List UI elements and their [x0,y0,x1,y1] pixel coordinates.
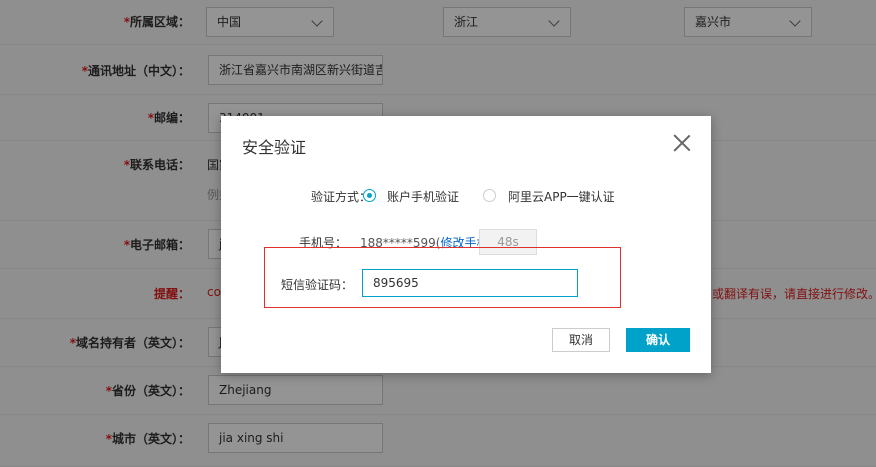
dialog-title: 安全验证 [242,138,307,157]
highlight-box [264,247,621,308]
radio-phone-verify[interactable] [363,189,376,202]
cancel-button[interactable]: 取消 [552,328,610,352]
option-app-label[interactable]: 阿里云APP一键认证 [508,188,615,205]
method-label: 验证方式： [310,190,371,204]
confirm-button[interactable]: 确认 [626,328,690,352]
security-verification-dialog: 安全验证 验证方式： 账户手机验证 阿里云APP一键认证 手机号： 188***… [221,116,711,373]
close-icon[interactable] [673,134,691,152]
radio-app-verify[interactable] [483,189,496,202]
option-phone-label[interactable]: 账户手机验证 [387,188,459,205]
